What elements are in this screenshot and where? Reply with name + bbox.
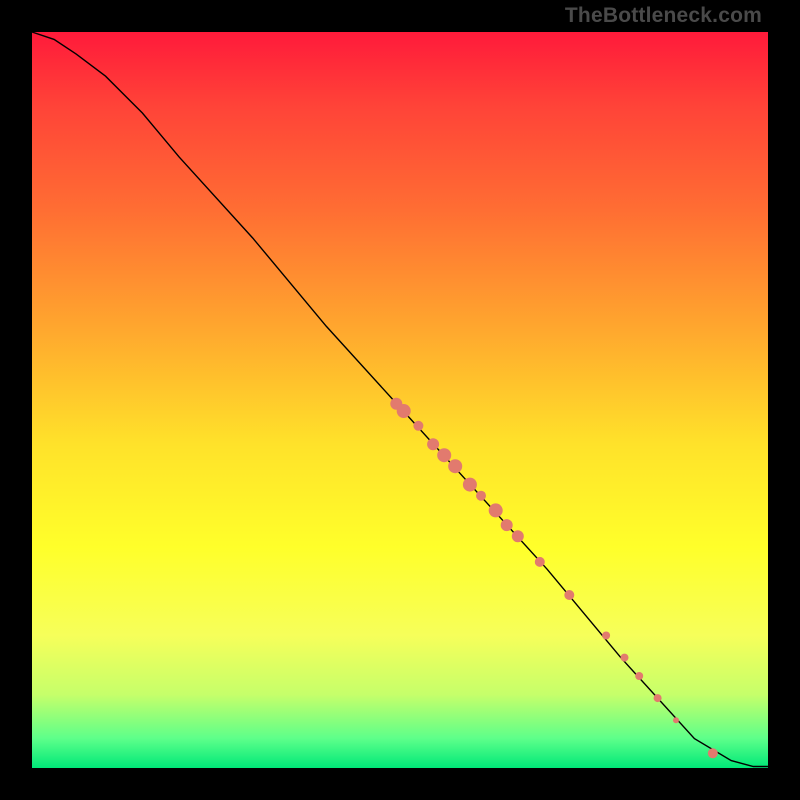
data-point — [708, 748, 718, 758]
data-point — [673, 717, 679, 723]
data-point — [437, 448, 451, 462]
data-point — [501, 519, 513, 531]
data-point — [654, 694, 662, 702]
data-point — [397, 404, 411, 418]
watermark-text: TheBottleneck.com — [565, 4, 762, 28]
data-point — [602, 632, 610, 640]
chart-container: TheBottleneck.com — [0, 0, 800, 800]
plot-area — [32, 32, 768, 768]
data-point — [463, 478, 477, 492]
data-point — [621, 654, 629, 662]
data-point — [448, 459, 462, 473]
data-point — [427, 438, 439, 450]
data-point — [413, 421, 423, 431]
data-point — [476, 491, 486, 501]
data-point — [564, 590, 574, 600]
data-point — [489, 503, 503, 517]
data-point — [535, 557, 545, 567]
data-point — [512, 530, 524, 542]
chart-svg — [32, 32, 768, 768]
data-point — [635, 672, 643, 680]
